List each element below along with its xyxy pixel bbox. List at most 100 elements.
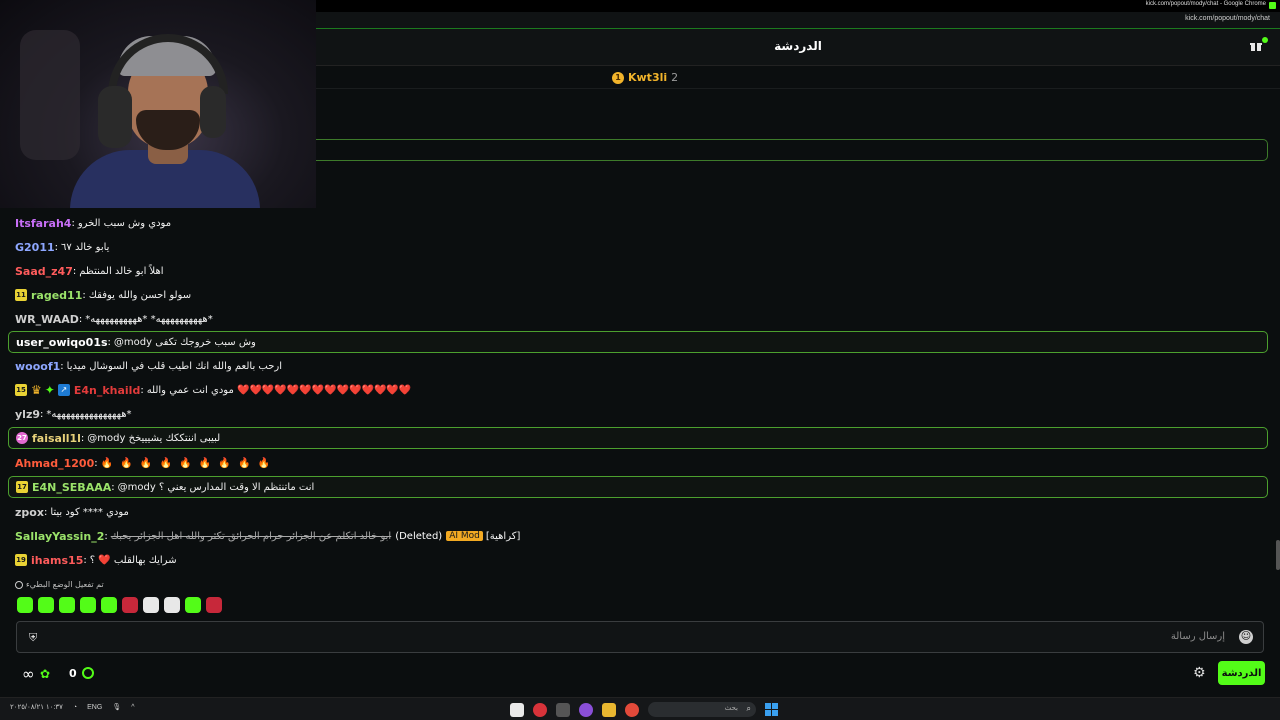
sub-badge-icon: 11	[15, 289, 27, 301]
windows-start-icon[interactable]	[765, 703, 778, 716]
shield-icon: ⛨	[29, 631, 38, 644]
message-username[interactable]: zpox	[15, 506, 44, 519]
message-text: *ههههههههههه* *ههههههههههه*	[85, 313, 213, 325]
sparkle-icon: ✦	[44, 383, 55, 397]
emote-icon[interactable]	[59, 597, 75, 613]
chat-message[interactable]: Ahmad_1200: 🔥 🔥 🔥 🔥 🔥 🔥 🔥 🔥 🔥	[8, 452, 1268, 474]
crown-icon: ♛	[31, 383, 42, 397]
message-username[interactable]: WR_WAAD	[15, 313, 79, 326]
chat-message[interactable]: G2011: يابو خالد ٦٧	[8, 236, 1268, 258]
moderation-reason: [كراهية]	[485, 530, 521, 542]
leader-username[interactable]: Kwt3li	[628, 71, 667, 84]
chat-scrollbar[interactable]	[1276, 540, 1280, 570]
chat-message[interactable]: Saad_z47: اهلاً ابو خالد المنتظم	[8, 260, 1268, 282]
chat-message[interactable]: wooof1: ارحب بالعم والله انك اطيب قلب في…	[8, 355, 1268, 377]
message-username[interactable]: user_owiqo01s	[16, 336, 108, 349]
microphone-icon[interactable]: 🎙	[112, 703, 121, 711]
emote-icon[interactable]	[122, 597, 138, 613]
root: kick.com/popout/mody/chat - Google Chrom…	[0, 0, 1280, 720]
chat-message-mention[interactable]: 17 E4N_SEBAAA: @mody انت ماتنتظم الا وقت…	[8, 476, 1268, 498]
message-text: مودي **** كود بيتا	[50, 506, 129, 518]
chrome-icon[interactable]	[625, 702, 639, 717]
message-username[interactable]: ylz9	[15, 408, 40, 421]
message-username[interactable]: E4N_SEBAAA	[32, 481, 111, 494]
message-text: ارحب بالعم والله انك اطيب قلب في السوشال…	[66, 360, 283, 372]
kick-favicon-icon	[1269, 2, 1276, 9]
folder-icon[interactable]	[602, 702, 616, 717]
message-text: اهلاً ابو خالد المنتظم	[79, 265, 164, 277]
notification-dot	[1262, 37, 1268, 43]
message-username[interactable]: Saad_z47	[15, 265, 73, 278]
chat-message-mention[interactable]: user_owiqo01s: @mody وش سبب خروجك تكفى	[8, 331, 1268, 353]
chat-message-mention[interactable]: 27 faisall1l: @mody لبيبى اننتككك يشيييخ…	[8, 427, 1268, 449]
taskbar-search[interactable]: بحث ⌕	[648, 702, 756, 717]
chat-input-placeholder: إرسال رسالة	[1170, 631, 1225, 642]
gear-icon[interactable]: ⚙	[1193, 665, 1206, 681]
slow-mode-notice: تم تفعيل الوضع البطيء	[15, 580, 104, 589]
app-icon[interactable]	[510, 702, 524, 717]
emote-icon[interactable]	[143, 597, 159, 613]
message-username[interactable]: faisall1l	[32, 432, 81, 445]
chat-message[interactable]: 19 ihams15: شرايك بهالقلب ❤️ ؟	[8, 549, 1268, 571]
deleted-label: (Deleted)	[395, 530, 443, 542]
app-icon[interactable]	[556, 702, 570, 717]
language-indicator[interactable]: ENG	[87, 704, 102, 711]
chat-message[interactable]: WR_WAAD: *ههههههههههه* *ههههههههههه*	[8, 308, 1268, 330]
send-chat-button[interactable]: الدردشة	[1218, 661, 1265, 685]
message-username[interactable]: SallayYassin_2	[15, 530, 104, 543]
message-username[interactable]: Itsfarah4	[15, 217, 71, 230]
chat-message[interactable]: Itsfarah4: مودي وش سبب الخرو	[8, 212, 1268, 234]
window-title: kick.com/popout/mody/chat - Google Chrom…	[1145, 1, 1266, 7]
message-username[interactable]: E4n_khaild	[74, 384, 140, 397]
pinned-message-box	[316, 139, 1268, 161]
chat-message[interactable]: 15 ♛ ✦ ↗ E4n_khaild: مودي انت عمي والله …	[8, 379, 1268, 401]
emote-icon[interactable]	[164, 597, 180, 613]
points-count: 0	[69, 667, 77, 680]
emote-icon[interactable]	[206, 597, 222, 613]
chat-message[interactable]: zpox: مودي **** كود بيتا	[8, 501, 1268, 523]
url-text: kick.com/popout/mody/chat	[1185, 15, 1270, 22]
clock[interactable]: ١٠:٣٧ ٢٠٢٥/٠٨/٢١	[10, 703, 63, 711]
taskbar: ١٠:٣٧ ٢٠٢٥/٠٨/٢١ ◔ ENG 🎙 ^ بحث ⌕	[0, 697, 1280, 720]
message-text: مودي انت عمي والله ❤️❤️❤️❤️❤️❤️❤️❤️❤️❤️❤…	[146, 384, 412, 396]
sub-badge-icon: 15	[15, 384, 27, 396]
emote-icon[interactable]	[101, 597, 117, 613]
time-text: ١٠:٣٧	[45, 704, 63, 711]
search-placeholder: بحث	[724, 704, 738, 712]
sub-badge-icon: 17	[16, 481, 28, 493]
chat-message-deleted[interactable]: SallayYassin_2: ابو خالد اتكلم عن الجزائ…	[8, 525, 1268, 547]
app-icon[interactable]	[533, 702, 547, 717]
emote-icon[interactable]	[38, 597, 54, 613]
chat-input[interactable]: ⛨ إرسال رسالة ☺	[16, 621, 1264, 653]
wifi-icon[interactable]: ◔	[73, 704, 77, 711]
message-username[interactable]: raged11	[31, 289, 82, 302]
message-username[interactable]: Ahmad_1200	[15, 457, 94, 470]
app-icon[interactable]	[579, 702, 593, 717]
date-text: ٢٠٢٥/٠٨/٢١	[10, 704, 44, 711]
notice-text: تم تفعيل الوضع البطيء	[26, 580, 104, 589]
message-text: @mody وش سبب خروجك تكفى	[113, 336, 256, 348]
points-icon[interactable]	[82, 667, 94, 679]
message-text: 🔥 🔥 🔥 🔥 🔥 🔥 🔥 🔥 🔥	[100, 457, 273, 469]
message-username[interactable]: G2011	[15, 241, 55, 254]
message-text: *هههههههههههههههه*	[46, 408, 132, 420]
chat-message[interactable]: 11 raged11: سولو احسن والله يوفقك	[8, 284, 1268, 306]
chat-message[interactable]: ylz9: *هههههههههههههههه*	[8, 403, 1268, 425]
clover-icon: ✿	[40, 667, 51, 681]
sub-badge-icon: 19	[15, 554, 27, 566]
gifter-badge-icon: 27	[16, 432, 28, 444]
chat-footer: ∞ ✿ 0 ⚙ الدردشة	[0, 656, 1280, 696]
leader-count: 2	[671, 71, 679, 84]
message-username[interactable]: ihams15	[31, 554, 83, 567]
ai-mod-badge: AI Mod	[446, 531, 483, 541]
emote-icon[interactable]	[185, 597, 201, 613]
emoji-picker-icon[interactable]: ☺	[1239, 630, 1253, 644]
chat-title: الدردشة	[774, 39, 822, 53]
emote-icon[interactable]	[80, 597, 96, 613]
chevron-up-icon[interactable]: ^	[131, 704, 134, 711]
message-username[interactable]: wooof1	[15, 360, 60, 373]
rank-medal-icon: 1	[612, 71, 624, 84]
webcam-overlay	[0, 0, 316, 208]
emote-icon[interactable]	[17, 597, 33, 613]
emote-quickbar	[17, 597, 222, 613]
